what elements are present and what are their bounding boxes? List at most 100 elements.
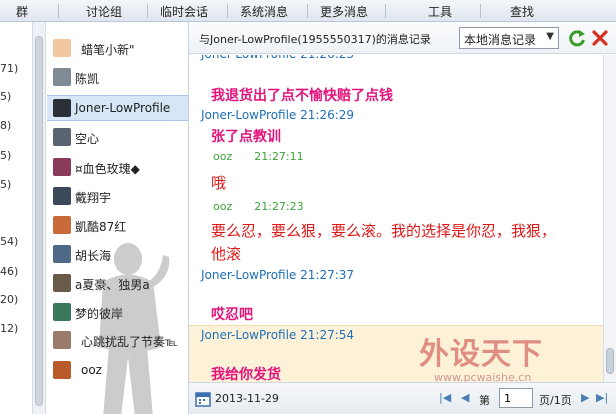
record-header: 与Joner-LowProfile(1955550317)的消息记录 本地消息记… (189, 22, 616, 54)
message-text: 张了点教训 (211, 129, 281, 145)
prev-page-icon[interactable]: ◀ (461, 391, 469, 404)
contact-item[interactable]: 空心 (47, 125, 188, 151)
contact-name: ¤血色玫瑰◆ (75, 162, 140, 176)
message-sender: ooz (213, 150, 233, 163)
contact-avatar (53, 331, 71, 349)
watermark-url: www.pcwaishe.cn (434, 371, 532, 382)
group-count: 5) (0, 149, 12, 162)
message-text: 哎忍吧 (211, 307, 253, 323)
group-count-column: 71) 5) 8) 5) 5) 54) 46) 20) 12) (0, 22, 33, 414)
tab-separator (385, 4, 386, 18)
message-meta: Joner-LowProfile 21:27:54 (201, 328, 354, 342)
message-meta: Joner-LowProfile 21:26:29 (201, 108, 354, 122)
contact-avatar (53, 216, 71, 234)
group-count: 20) (0, 293, 19, 306)
tab-separator (227, 4, 228, 18)
contact-avatar (53, 187, 71, 205)
group-count: 71) (0, 62, 19, 75)
page-suffix: 页/1页 (539, 394, 572, 407)
contact-item[interactable]: ¤血色玫瑰◆ (47, 155, 188, 181)
message-sender: Joner-LowProfile (201, 268, 297, 282)
contact-avatar (53, 68, 71, 86)
tab-search[interactable]: 查找 (510, 3, 534, 20)
contact-name: Joner-LowProfile (75, 101, 171, 115)
first-page-icon[interactable]: |◀ (439, 391, 451, 404)
message-time: 21:27:37 (300, 268, 355, 282)
message-time: 21:27:54 (300, 328, 355, 342)
contact-avatar (53, 303, 71, 321)
record-title: 与Joner-LowProfile(1955550317)的消息记录 (199, 33, 431, 46)
contact-name: 心跳扰乱了节奏℡ (81, 335, 178, 349)
refresh-icon[interactable] (567, 28, 587, 48)
message-sender: Joner-LowProfile (201, 328, 297, 342)
tab-more-messages[interactable]: 更多消息 (320, 3, 368, 20)
contact-item[interactable]: 胡长海 (47, 242, 188, 268)
last-page-icon[interactable]: ▶| (596, 391, 608, 404)
contact-item[interactable]: a夏豪、独男a (47, 271, 188, 297)
message-sender-partial: Joner-LowProfile 21:26:23 (201, 55, 354, 61)
tab-discussion[interactable]: 讨论组 (86, 3, 122, 20)
contact-item[interactable]: 陈凯 (47, 65, 188, 91)
tab-separator (58, 4, 59, 18)
tab-system-messages[interactable]: 系统消息 (240, 3, 288, 20)
contact-name: 陈凯 (75, 72, 100, 86)
record-range-value: 本地消息记录 (464, 33, 537, 47)
message-list: Joner-LowProfile 21:26:23 我退货出了点不愉快赔了点钱 … (189, 55, 603, 382)
message-time: 21:27:23 (254, 200, 304, 213)
group-count: 46) (0, 265, 19, 278)
message-text: 我退货出了点不愉快赔了点钱 (211, 88, 393, 104)
contact-avatar (53, 39, 71, 57)
top-tab-bar: 群 讨论组 临时会话 系统消息 更多消息 工具 查找 (0, 0, 616, 22)
contact-name: 胡长海 (75, 249, 112, 263)
group-count: 5) (0, 178, 12, 191)
tab-separator (480, 4, 481, 18)
message-sender: ooz (213, 200, 233, 213)
contact-item[interactable]: 戴翔宇 (47, 184, 188, 210)
contact-avatar (53, 128, 71, 146)
contact-item[interactable]: 梦的彼岸 (47, 300, 188, 326)
contact-name: 凱酷87红 (75, 220, 127, 234)
scrollbar-thumb[interactable] (35, 36, 43, 406)
contact-avatar (53, 99, 71, 117)
group-count: 5) (0, 90, 12, 103)
contact-avatar (53, 361, 71, 379)
group-count: 54) (0, 235, 19, 248)
message-meta: ooz 21:27:11 (213, 150, 304, 163)
record-range-select[interactable]: 本地消息记录 ▼ (459, 27, 559, 49)
message-time: 21:27:11 (254, 150, 304, 163)
record-date[interactable]: 2013-11-29 (215, 392, 279, 405)
message-record-panel: 与Joner-LowProfile(1955550317)的消息记录 本地消息记… (189, 22, 616, 414)
contact-list-scrollbar[interactable] (33, 22, 46, 414)
tab-group[interactable]: 群 (16, 3, 28, 20)
contact-item-selected[interactable]: Joner-LowProfile (47, 95, 188, 121)
tab-separator (147, 4, 148, 18)
contact-name: 戴翔宇 (75, 191, 112, 205)
page-prefix: 第 (479, 394, 490, 407)
record-footer: 2013-11-29 |◀ ◀ 第 页/1页 ▶ ▶| (189, 382, 616, 414)
delete-icon[interactable] (591, 28, 609, 48)
next-page-icon[interactable]: ▶ (581, 391, 589, 404)
contact-item[interactable]: ooz (47, 358, 188, 384)
contact-list: 蜡笔小新" 陈凯 Joner-LowProfile 空心 ¤血色玫瑰◆ 戴翔宇 … (33, 22, 189, 414)
contact-avatar (53, 274, 71, 292)
contact-item[interactable]: 心跳扰乱了节奏℡ (47, 328, 188, 354)
page-number-input[interactable] (499, 388, 533, 408)
message-text-continued: 他滚 (211, 245, 242, 263)
contact-name: 空心 (75, 132, 100, 146)
contact-item[interactable]: 蜡笔小新" (47, 36, 188, 62)
contact-name: ooz (81, 363, 102, 377)
message-text: 要么忍，要么狠，要么滚。我的选择是你忍，我狠， (211, 222, 557, 240)
message-sender: Joner-LowProfile (201, 108, 297, 122)
calendar-icon[interactable] (195, 391, 211, 407)
tab-temp-chat[interactable]: 临时会话 (160, 3, 208, 20)
message-meta: ooz 21:27:23 (213, 200, 304, 213)
contact-avatar (53, 245, 71, 263)
group-count: 12) (0, 322, 19, 335)
tab-separator (307, 4, 308, 18)
contact-item[interactable]: 凱酷87红 (47, 213, 188, 239)
group-count: 8) (0, 119, 12, 132)
message-list-scrollbar[interactable] (603, 55, 616, 382)
chevron-down-icon: ▼ (546, 31, 554, 42)
tab-tools[interactable]: 工具 (428, 3, 452, 20)
scrollbar-thumb[interactable] (606, 348, 614, 374)
